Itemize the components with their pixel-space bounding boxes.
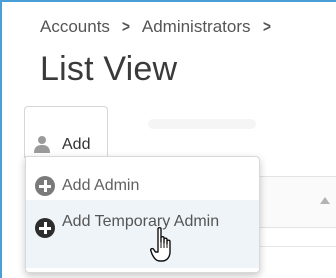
breadcrumb: Accounts > Administrators > xyxy=(40,15,282,39)
menu-item-label: Add Admin xyxy=(62,177,140,194)
menu-item-add-temporary-admin[interactable]: Add Temporary Admin xyxy=(26,200,259,268)
sort-up-icon[interactable] xyxy=(320,197,330,204)
breadcrumb-accounts[interactable]: Accounts xyxy=(40,17,110,37)
menu-item-label: Add Temporary Admin xyxy=(62,213,220,230)
menu-item-add-admin[interactable]: Add Admin xyxy=(26,165,259,199)
breadcrumb-separator-icon: > xyxy=(121,17,130,36)
plus-circle-icon xyxy=(35,176,55,196)
toolbar-placeholder xyxy=(148,119,256,129)
breadcrumb-administrators[interactable]: Administrators xyxy=(142,17,251,37)
add-dropdown-menu: Add Admin Add Temporary Admin xyxy=(25,156,260,273)
table-header xyxy=(258,176,336,228)
user-icon xyxy=(34,136,50,153)
add-button[interactable]: Add xyxy=(24,106,108,158)
table-row-divider xyxy=(258,246,336,247)
add-button-label: Add xyxy=(62,136,91,153)
breadcrumb-separator-icon: > xyxy=(262,17,271,36)
plus-circle-icon xyxy=(35,218,55,238)
hand-pointer-cursor-icon xyxy=(150,227,171,262)
page-title: List View xyxy=(40,50,178,88)
